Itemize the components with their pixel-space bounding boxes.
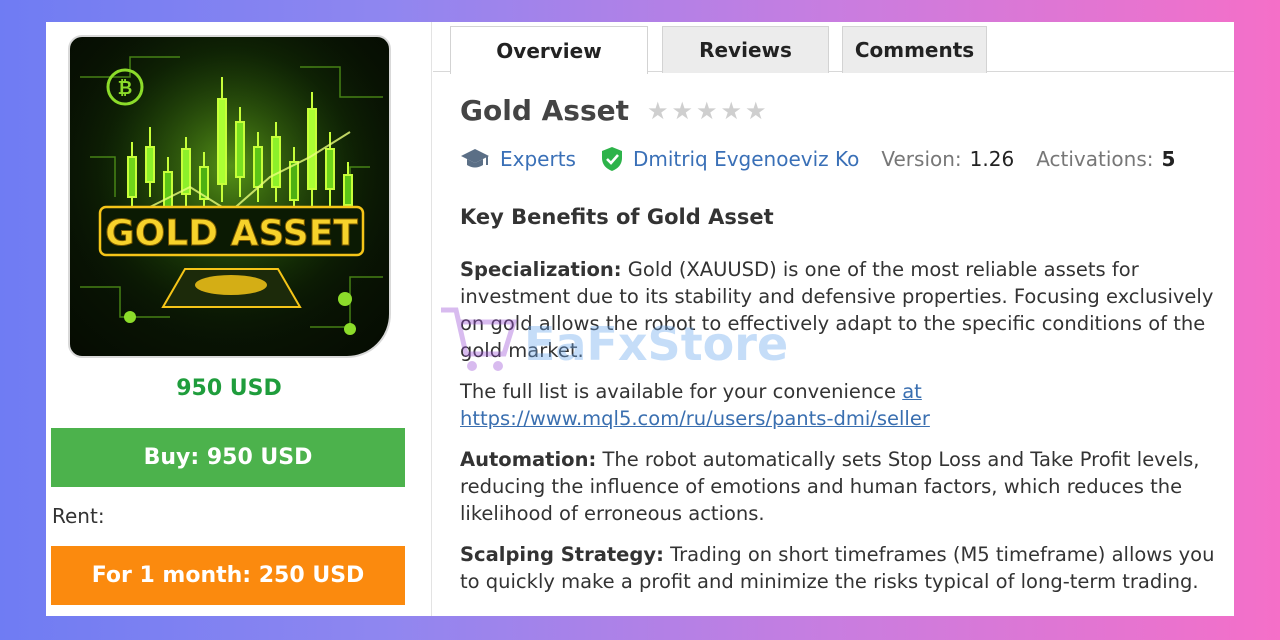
tab-reviews[interactable]: Reviews [662, 26, 829, 73]
product-image: ₿ GOLD ASSET [68, 35, 391, 358]
seller-link-paragraph: The full list is available for your conv… [460, 378, 1230, 432]
rating-stars[interactable]: ★ ★ ★ ★ ★ [647, 97, 767, 125]
product-panel: ₿ GOLD ASSET 950 USD Buy: 950 USD Rent: … [46, 22, 1234, 616]
automation-paragraph: Automation: The robot automatically sets… [460, 446, 1230, 527]
version-label: Version: [881, 147, 962, 171]
star-icon[interactable]: ★ [696, 97, 718, 125]
tab-comments[interactable]: Comments [842, 26, 987, 73]
tab-overview[interactable]: Overview [450, 26, 648, 74]
svg-text:₿: ₿ [118, 78, 133, 99]
title-row: Gold Asset ★ ★ ★ ★ ★ [460, 94, 767, 127]
tab-bar: Overview Reviews Comments [433, 22, 1234, 74]
specialization-label: Specialization: [460, 258, 622, 281]
gold-asset-logo: ₿ GOLD ASSET [70, 37, 389, 356]
activations-label: Activations: [1036, 147, 1154, 171]
description: Key Benefits of Gold Asset Specializatio… [460, 202, 1230, 609]
automation-label: Automation: [460, 448, 597, 471]
star-icon[interactable]: ★ [721, 97, 743, 125]
buy-button[interactable]: Buy: 950 USD [51, 428, 405, 487]
product-sidebar: ₿ GOLD ASSET 950 USD Buy: 950 USD Rent: … [46, 22, 432, 616]
verified-shield-icon [600, 146, 624, 172]
logo-wordmark: GOLD ASSET [105, 213, 358, 254]
star-icon[interactable]: ★ [672, 97, 694, 125]
star-icon[interactable]: ★ [647, 97, 669, 125]
rent-1-month-button[interactable]: For 1 month: 250 USD [51, 546, 405, 605]
graduation-cap-icon [460, 147, 490, 171]
scalping-paragraph: Scalping Strategy: Trading on short time… [460, 541, 1230, 595]
product-details: Overview Reviews Comments Gold Asset ★ ★… [433, 22, 1234, 616]
product-title: Gold Asset [460, 94, 629, 127]
product-meta: Experts Dmitriq Evgenoeviz Ko Version: 1… [460, 146, 1175, 172]
category-link[interactable]: Experts [500, 147, 576, 171]
rent-label: Rent: [52, 504, 105, 528]
seller-link-intro: The full list is available for your conv… [460, 380, 903, 403]
description-heading: Key Benefits of Gold Asset [460, 205, 774, 229]
product-price: 950 USD [176, 376, 282, 401]
scalping-label: Scalping Strategy: [460, 543, 664, 566]
specialization-paragraph: Specialization: Gold (XAUUSD) is one of … [460, 256, 1230, 364]
author-link[interactable]: Dmitriq Evgenoeviz Ko [633, 147, 859, 171]
activations-value: 5 [1161, 147, 1176, 171]
star-icon[interactable]: ★ [745, 97, 767, 125]
version-value: 1.26 [969, 147, 1015, 171]
